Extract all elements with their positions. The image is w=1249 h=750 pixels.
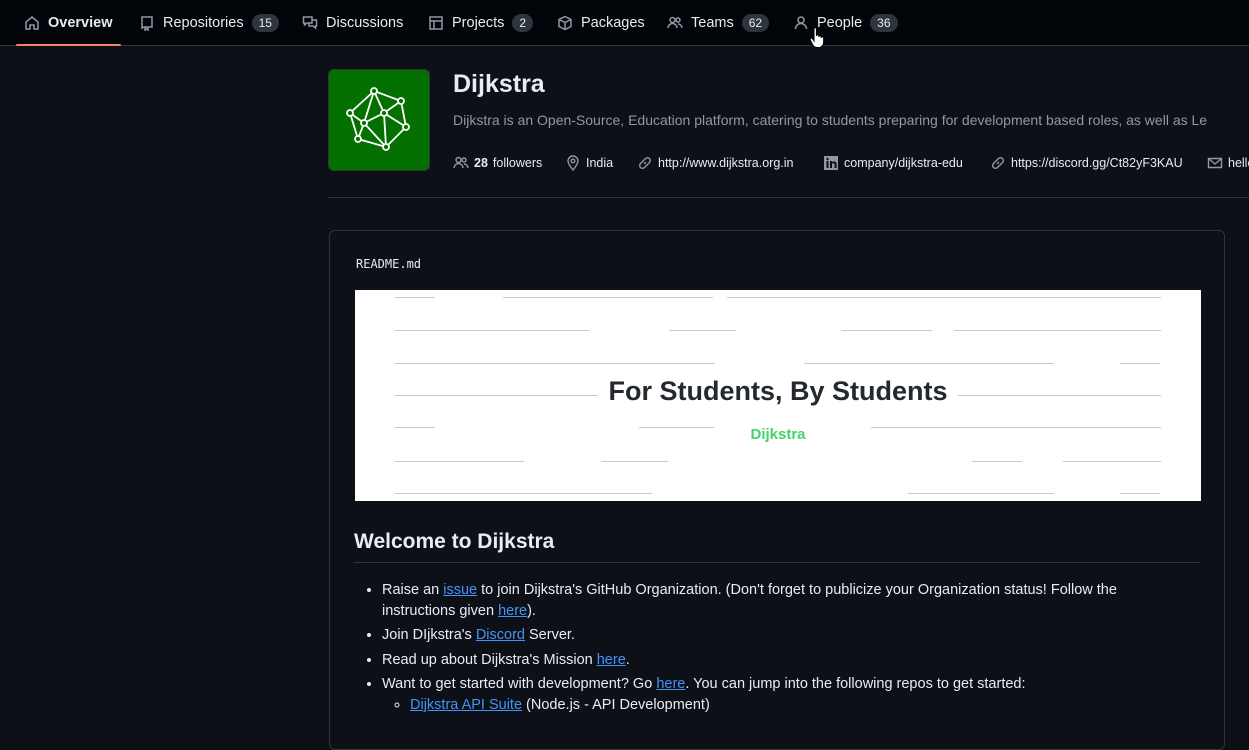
- linkedin-icon: [824, 156, 838, 170]
- tab-label: Projects: [452, 14, 505, 31]
- banner-line: [1063, 461, 1161, 462]
- list-text: .: [625, 651, 630, 668]
- linkedin-text: company/dijkstra-edu: [844, 156, 963, 170]
- banner-line: [1120, 493, 1160, 494]
- banner-line: [395, 363, 715, 364]
- org-avatar: [328, 69, 430, 171]
- banner-line: [804, 363, 1054, 364]
- list-text: Join DIjkstra's: [382, 627, 476, 643]
- followers-label: followers: [492, 156, 543, 170]
- tab-label: Discussions: [326, 14, 404, 31]
- banner-line: [503, 297, 713, 298]
- list-text: Server.: [524, 627, 575, 643]
- banner-line: [954, 330, 1161, 331]
- banner-title: For Students, By Students: [355, 376, 1201, 407]
- mail-icon: [1207, 157, 1223, 169]
- org-nav-bar: Overview Repositories 15 Discussions Pro…: [0, 0, 1249, 46]
- teams-count: 62: [741, 13, 770, 32]
- linkedin-link[interactable]: company/dijkstra-edu: [823, 155, 963, 171]
- tab-projects[interactable]: Projects 2: [428, 0, 534, 45]
- repositories-count: 15: [251, 13, 279, 32]
- followers-link[interactable]: 28 followers: [453, 155, 542, 171]
- hand-cursor-icon: [809, 27, 825, 48]
- discord-readme-link[interactable]: Discord: [476, 627, 525, 643]
- tab-overview[interactable]: Overview: [16, 0, 120, 46]
- dijkstra-logo-icon: [346, 87, 410, 151]
- location: India: [565, 155, 613, 171]
- banner-subtitle: Dijkstra: [355, 426, 1201, 443]
- readme-banner-image: For Students, By Students Dijkstra: [355, 290, 1201, 501]
- instructions-here-link[interactable]: here: [498, 603, 527, 619]
- tab-label: Overview: [48, 14, 113, 31]
- banner-line: [1120, 363, 1160, 364]
- list-text: Read up about Dijkstra's Mission: [382, 651, 597, 668]
- banner-line: [908, 493, 1054, 494]
- issue-link[interactable]: issue: [443, 582, 477, 598]
- email-link[interactable]: hello: [1207, 155, 1249, 171]
- tab-label: Packages: [581, 14, 645, 31]
- org-name: Dijkstra: [453, 70, 545, 98]
- list-text: Raise an: [382, 582, 444, 598]
- location-text: India: [586, 156, 614, 170]
- repo-sublist: Dijkstra API Suite (Node.js - API Develo…: [382, 695, 1182, 716]
- org-description: Dijkstra is an Open-Source, Education pl…: [453, 112, 1208, 128]
- tab-packages[interactable]: Packages: [557, 0, 645, 45]
- readme-card: README.md For Students, By Students Dijk…: [329, 230, 1225, 750]
- discord-text: https://discord.gg/Ct82yF3KAU: [1011, 156, 1183, 170]
- followers-count: 28: [474, 156, 488, 170]
- list-item: Dijkstra API Suite (Node.js - API Develo…: [410, 695, 1182, 716]
- repo-icon: [141, 15, 153, 31]
- discord-link[interactable]: https://discord.gg/Ct82yF3KAU: [990, 155, 1183, 171]
- banner-subtitle-text: Dijkstra: [738, 426, 818, 443]
- banner-line: [727, 297, 1161, 298]
- person-icon: [794, 15, 808, 29]
- email-text: hello: [1228, 156, 1249, 170]
- banner-line: [972, 461, 1022, 462]
- list-item: Join DIjkstra's Discord Server.: [382, 625, 1182, 646]
- project-icon: [429, 15, 443, 30]
- tab-repositories[interactable]: Repositories 15: [139, 0, 279, 45]
- people-icon: [453, 156, 469, 169]
- api-suite-link[interactable]: Dijkstra API Suite: [410, 697, 522, 713]
- link-icon: [638, 156, 652, 170]
- tab-discussions[interactable]: Discussions: [302, 0, 403, 45]
- banner-line: [395, 493, 652, 494]
- mission-here-link[interactable]: here: [597, 652, 626, 668]
- header-divider: [328, 197, 1249, 198]
- banner-line: [395, 330, 589, 331]
- website-link[interactable]: http://www.dijkstra.org.in: [637, 155, 793, 171]
- website-text: http://www.dijkstra.org.in: [658, 156, 794, 170]
- banner-line: [395, 461, 524, 462]
- list-text: to join Dijkstra's GitHub Organization. …: [382, 582, 1117, 619]
- banner-title-text: For Students, By Students: [598, 376, 958, 406]
- tab-label: Repositories: [163, 14, 244, 31]
- list-item: Want to get started with development? Go…: [382, 674, 1182, 715]
- banner-line: [841, 330, 932, 331]
- list-item: Raise an issue to join Dijkstra's GitHub…: [382, 580, 1182, 621]
- list-item: Read up about Dijkstra's Mission here.: [382, 650, 1182, 671]
- development-here-link[interactable]: here: [656, 676, 685, 692]
- list-text: . You can jump into the following repos …: [685, 676, 1026, 692]
- list-text: (Node.js - API Development): [522, 696, 710, 713]
- link-icon: [991, 156, 1005, 170]
- banner-line: [669, 330, 736, 331]
- banner-line: [601, 461, 668, 462]
- readme-filename: README.md: [356, 257, 422, 271]
- projects-count: 2: [512, 13, 534, 32]
- package-icon: [558, 15, 572, 30]
- people-icon: [667, 16, 683, 28]
- list-text: ).: [527, 602, 536, 619]
- banner-line: [395, 297, 435, 298]
- discussions-icon: [302, 15, 318, 30]
- readme-heading: Welcome to Dijkstra: [354, 530, 1200, 563]
- people-count: 36: [870, 13, 898, 32]
- list-text: Want to get started with development? Go: [382, 676, 657, 692]
- tab-label: Teams: [691, 14, 734, 31]
- home-icon: [25, 15, 39, 30]
- readme-list: Raise an issue to join Dijkstra's GitHub…: [382, 580, 1182, 719]
- location-icon: [567, 155, 579, 171]
- tab-teams[interactable]: Teams 62: [667, 0, 770, 45]
